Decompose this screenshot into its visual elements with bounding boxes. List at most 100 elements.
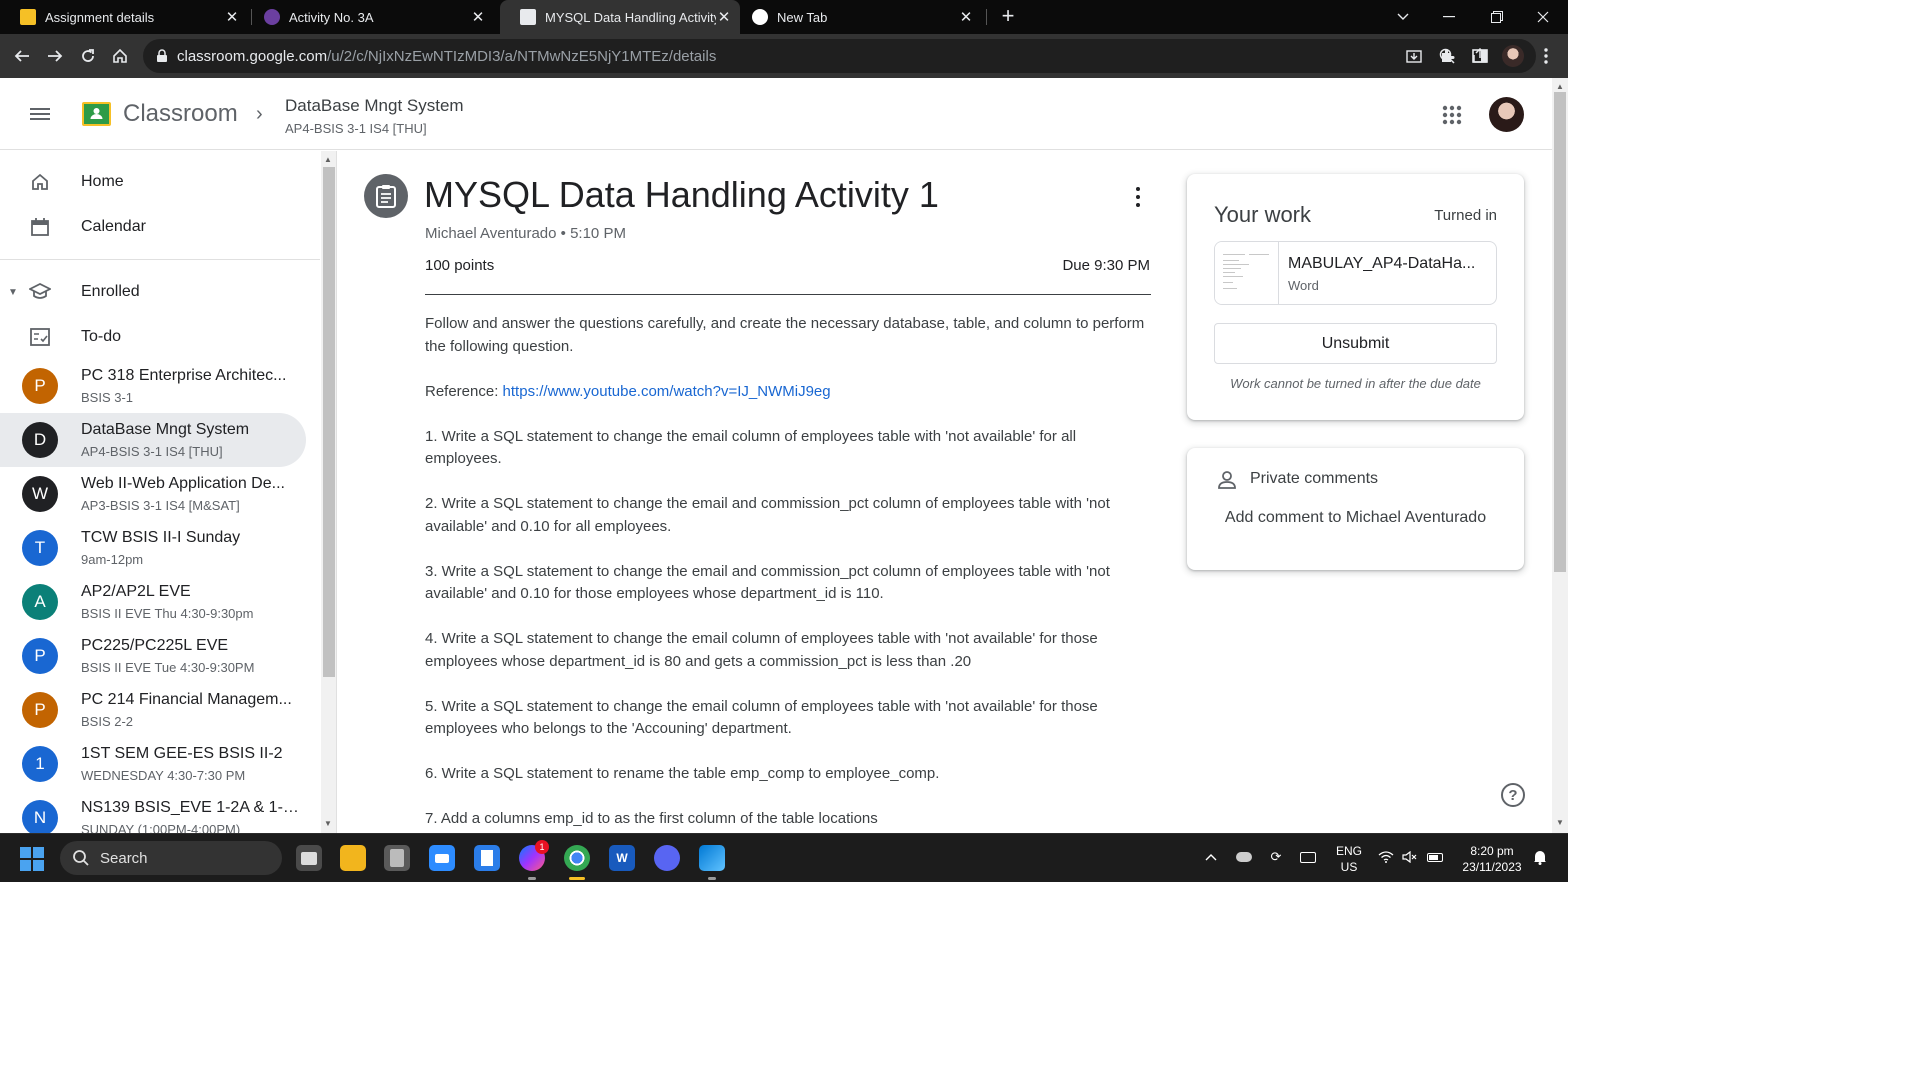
sidebar-item-todo[interactable]: To-do <box>0 310 306 364</box>
sidebar-course-item[interactable]: P PC225/PC225L EVE BSIS II EVE Tue 4:30-… <box>0 629 306 683</box>
close-icon[interactable]: ✕ <box>716 9 732 26</box>
home-icon[interactable] <box>108 44 132 68</box>
sidebar-course-item[interactable]: A AP2/AP2L EVE BSIS II EVE Thu 4:30-9:30… <box>0 575 306 629</box>
show-hidden-icons-icon[interactable] <box>1201 847 1221 867</box>
taskbar-search[interactable]: Search <box>60 841 282 875</box>
classroom-logo-icon[interactable] <box>82 102 111 126</box>
course-section: BSIS 2-2 <box>81 714 134 729</box>
close-window-button[interactable] <box>1520 0 1566 34</box>
input-language[interactable]: ENG US <box>1334 843 1364 875</box>
reference-link[interactable]: https://www.youtube.com/watch?v=IJ_NWMiJ… <box>503 383 831 400</box>
sidebar-scrollbar[interactable]: ▲ ▼ <box>321 151 337 833</box>
zoom-app-icon[interactable] <box>429 845 455 871</box>
extensions-icon[interactable] <box>1435 44 1459 68</box>
notepad-icon[interactable] <box>474 845 500 871</box>
active-indicator <box>569 877 585 880</box>
windows-start-icon[interactable] <box>20 847 44 871</box>
reload-icon[interactable] <box>76 44 100 68</box>
speaker-muted-icon[interactable] <box>1400 847 1420 867</box>
photos-icon[interactable] <box>699 845 725 871</box>
more-options-icon[interactable] <box>1128 185 1148 209</box>
add-private-comment-link[interactable]: Add comment to Michael Aventurado <box>1187 504 1524 531</box>
close-icon[interactable]: ✕ <box>224 9 240 26</box>
restore-button[interactable] <box>1474 0 1520 34</box>
minimize-button[interactable] <box>1426 0 1472 34</box>
calculator-icon[interactable] <box>384 845 410 871</box>
course-avatar: 1 <box>22 746 58 782</box>
browser-tab[interactable]: Assignment details ✕ <box>0 0 250 34</box>
course-name: 1ST SEM GEE-ES BSIS II-2 <box>81 745 283 762</box>
unsubmit-button[interactable]: Unsubmit <box>1214 323 1497 364</box>
back-icon[interactable] <box>10 44 34 68</box>
page-scrollbar[interactable]: ▲ ▼ <box>1552 78 1568 833</box>
course-avatar: N <box>22 800 58 833</box>
file-explorer-icon[interactable] <box>340 845 366 871</box>
browser-tab-strip: Assignment details ✕ Activity No. 3A ✕ M… <box>0 0 1568 34</box>
forward-icon[interactable] <box>43 44 67 68</box>
install-app-icon[interactable] <box>1404 46 1423 65</box>
scroll-down-arrow-icon[interactable]: ▼ <box>1556 818 1564 827</box>
chrome-favicon-icon <box>752 9 768 25</box>
sidebar-course-item[interactable]: P PC 214 Financial Managem... BSIS 2-2 <box>0 683 306 737</box>
course-avatar: P <box>22 692 58 728</box>
course-section: WEDNESDAY 4:30-7:30 PM <box>81 768 246 783</box>
main-menu-icon[interactable] <box>26 103 56 125</box>
sidebar-course-item[interactable]: N NS139 BSIS_EVE 1-2A & 1-2B SUNDAY (1:0… <box>0 791 306 833</box>
onedrive-error-icon[interactable] <box>1234 847 1254 867</box>
keyboard-icon[interactable] <box>1298 847 1318 867</box>
sidebar-course-item[interactable]: P PC 318 Enterprise Architec... BSIS 3-1 <box>0 359 306 413</box>
side-panel-icon[interactable] <box>1468 44 1492 68</box>
scrollbar-thumb[interactable] <box>323 167 335 677</box>
assignment-meta: Michael Aventurado • 5:10 PM <box>425 225 626 242</box>
browser-tab-active[interactable]: MYSQL Data Handling Activity 1 ✕ <box>500 0 740 34</box>
discord-icon[interactable] <box>654 845 680 871</box>
scroll-up-arrow-icon[interactable]: ▲ <box>324 155 332 164</box>
chrome-icon[interactable] <box>564 845 590 871</box>
account-avatar[interactable] <box>1489 97 1524 132</box>
sync-icon[interactable]: ⟳ <box>1266 847 1286 867</box>
tab-separator <box>986 9 987 25</box>
classroom-brand[interactable]: Classroom <box>123 100 238 128</box>
your-work-card: Your work Turned in MABULAY_AP4-DataHa..… <box>1187 174 1524 420</box>
scrollbar-thumb[interactable] <box>1554 92 1566 572</box>
course-avatar: P <box>22 638 58 674</box>
private-comments-title: Private comments <box>1250 470 1379 487</box>
tab-search-icon[interactable] <box>1380 0 1426 34</box>
url-path: /u/2/c/NjIxNzEwNTIzMDI3/a/NTMwNzE5NjY1MT… <box>327 47 717 65</box>
profile-avatar[interactable] <box>1501 44 1525 68</box>
sidebar-course-item[interactable]: T TCW BSIS II-I Sunday 9am-12pm <box>0 521 306 575</box>
task-view-icon[interactable] <box>296 845 322 871</box>
notifications-bell-icon[interactable] <box>1530 847 1550 867</box>
address-bar[interactable]: classroom.google.com/u/2/c/NjIxNzEwNTIzM… <box>143 39 1536 73</box>
chrome-menu-icon[interactable] <box>1534 44 1558 68</box>
expand-arrow-icon[interactable]: ▼ <box>8 287 18 298</box>
word-icon[interactable]: W <box>609 845 635 871</box>
google-apps-icon[interactable] <box>1442 105 1462 125</box>
clock[interactable]: 8:20 pm 23/11/2023 <box>1456 843 1528 875</box>
region-code: US <box>1340 860 1358 874</box>
browser-tab[interactable]: New Tab ✕ <box>732 0 984 34</box>
instructions-intro: Follow and answer the questions carefull… <box>425 315 1145 355</box>
wifi-icon[interactable] <box>1376 847 1396 867</box>
lock-icon[interactable] <box>155 49 169 63</box>
battery-icon[interactable] <box>1425 847 1445 867</box>
clock-time: 8:20 pm <box>1470 844 1514 858</box>
sidebar-course-item[interactable]: 1 1ST SEM GEE-ES BSIS II-2 WEDNESDAY 4:3… <box>0 737 306 791</box>
close-icon[interactable]: ✕ <box>470 9 486 26</box>
breadcrumb-course-title[interactable]: DataBase Mngt System <box>285 96 464 116</box>
browser-tab[interactable]: Activity No. 3A ✕ <box>244 0 496 34</box>
sidebar-item-label: Calendar <box>81 218 146 235</box>
sidebar-course-item-selected[interactable]: D DataBase Mngt System AP4-BSIS 3-1 IS4 … <box>0 413 306 467</box>
search-label: Search <box>100 849 148 867</box>
help-icon[interactable]: ? <box>1501 783 1525 807</box>
breadcrumb-course-section: AP4-BSIS 3-1 IS4 [THU] <box>285 121 427 136</box>
new-tab-button[interactable]: + <box>996 3 1020 28</box>
sidebar-item-calendar[interactable]: Calendar <box>0 200 306 254</box>
private-comments-card: Private comments Add comment to Michael … <box>1187 448 1524 570</box>
attachment-file[interactable]: MABULAY_AP4-DataHa... Word <box>1214 241 1497 305</box>
scroll-up-arrow-icon[interactable]: ▲ <box>1556 82 1564 91</box>
question-item: 4. Write a SQL statement to change the e… <box>425 630 1098 670</box>
close-icon[interactable]: ✕ <box>958 9 974 26</box>
scroll-down-arrow-icon[interactable]: ▼ <box>324 819 332 828</box>
sidebar-course-item[interactable]: W Web II-Web Application De... AP3-BSIS … <box>0 467 306 521</box>
